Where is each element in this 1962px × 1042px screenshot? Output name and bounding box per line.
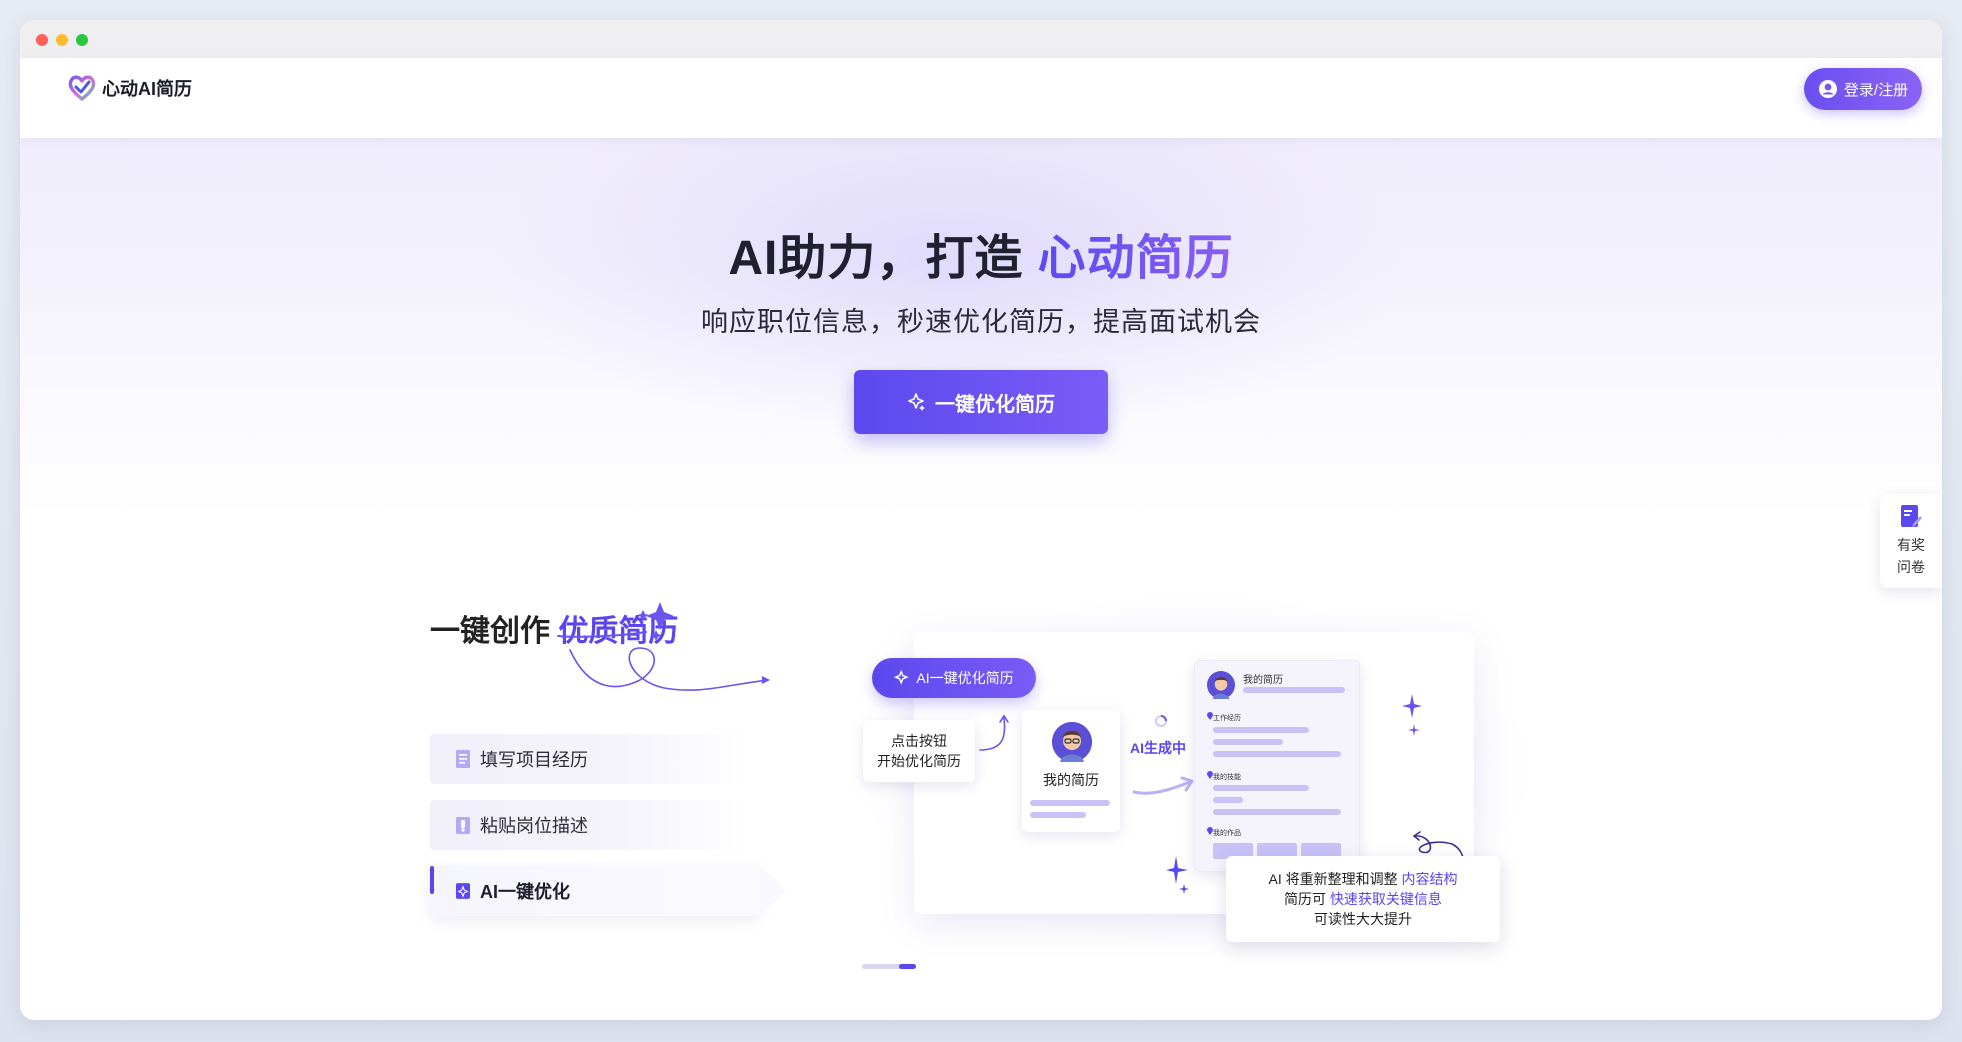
resume-section-skills: 我的技能 <box>1213 774 1241 781</box>
top-navbar: 心动AI简历 登录/注册 <box>20 58 1942 138</box>
sparkle-icon <box>894 670 910 685</box>
optimize-resume-label: 一键优化简历 <box>935 393 1055 416</box>
close-window-dot[interactable] <box>36 34 48 46</box>
step-ai-optimize-label: AI一键优化 <box>480 882 570 902</box>
ai-tip-box: AI 将重新整理和调整 内容结构 简历可 快速获取关键信息 可读性大大提升 <box>1226 856 1500 942</box>
click-hint-note: 点击按钮 开始优化简历 <box>863 720 975 782</box>
brand[interactable]: 心动AI简历 <box>68 72 192 104</box>
sparkle-icon <box>456 883 470 899</box>
text-placeholder-bar <box>1030 812 1086 818</box>
text-placeholder-bar <box>1213 751 1341 757</box>
step-ai-optimize[interactable]: AI一键优化 <box>430 866 786 916</box>
curved-arrow-icon <box>979 714 1009 751</box>
hero-subtitle: 响应职位信息，秒速优化简历，提高面试机会 <box>701 307 1261 337</box>
tip-line2-pre: 简历可 <box>1284 891 1330 907</box>
text-placeholder-bar <box>1243 687 1345 693</box>
hero-title-accent: 心动简历 <box>1037 232 1234 285</box>
tip-line2-highlight: 快速获取关键信息 <box>1329 891 1442 907</box>
text-placeholder-bar <box>1213 739 1283 745</box>
text-placeholder-bar <box>1213 797 1243 803</box>
login-register-button[interactable]: 登录/注册 <box>1804 68 1922 110</box>
resume-section-works: 我的作品 <box>1213 830 1241 837</box>
optimize-resume-button[interactable]: 一键优化简历 <box>854 370 1108 434</box>
avatar <box>1207 671 1235 699</box>
ai-generating-label: AI生成中 <box>1130 740 1186 756</box>
minimize-window-dot[interactable] <box>56 34 68 46</box>
text-placeholder-bar <box>1030 800 1110 806</box>
avatar <box>1052 722 1092 762</box>
my-resume-card: 我的简历 <box>1022 710 1120 832</box>
tip-line3: 可读性大大提升 <box>1314 911 1412 927</box>
sparkle-icon <box>908 393 925 411</box>
loading-ring-icon <box>1155 715 1167 727</box>
text-placeholder-bar <box>1213 785 1309 791</box>
hero-title: AI助力，打造 心动简历 <box>20 218 1942 288</box>
text-placeholder-bar <box>1213 809 1341 815</box>
click-hint-line2: 开始优化简历 <box>877 753 961 769</box>
feature-title-decoration <box>557 602 770 691</box>
sparkle-icon <box>1166 856 1189 894</box>
document-icon <box>1901 505 1922 527</box>
user-icon <box>1818 80 1837 98</box>
carousel-pager-active[interactable] <box>899 964 916 969</box>
tip-line1-highlight: 内容结构 <box>1401 871 1458 887</box>
click-hint-line1: 点击按钮 <box>891 733 947 749</box>
step-fill-project-label: 填写项目经历 <box>480 750 588 770</box>
step-paste-job[interactable]: 粘贴岗位描述 <box>430 800 750 850</box>
optimized-resume-preview: 我的简历 工作经历 我的技能 我的作品 <box>1194 660 1360 872</box>
survey-widget[interactable]: 有奖问卷 <box>1880 494 1942 588</box>
window-chrome <box>20 20 1942 59</box>
heart-logo-icon <box>68 75 96 101</box>
resume-section-work: 工作经历 <box>1213 715 1241 722</box>
tip-line1: AI 将重新整理和调整 内容结构 <box>1226 869 1500 889</box>
tip-line2: 简历可 快速获取关键信息 <box>1226 889 1500 909</box>
maximize-window-dot[interactable] <box>76 34 88 46</box>
person-icon <box>1052 722 1092 762</box>
ai-optimize-pill-label: AI一键优化简历 <box>916 670 1014 686</box>
my-resume-label: 我的简历 <box>1043 772 1099 788</box>
step-paste-job-label: 粘贴岗位描述 <box>480 816 588 836</box>
tip-line1-pre: AI 将重新整理和调整 <box>1268 871 1402 887</box>
step-fill-project[interactable]: 填写项目经历 <box>430 734 750 784</box>
hero-title-main: AI助力，打造 <box>728 232 1038 285</box>
clipboard-icon <box>456 817 470 834</box>
survey-label: 有奖问卷 <box>1897 537 1925 575</box>
app-window: 心动AI简历 登录/注册 AI助力，打造 心动简历 响应职位信息，秒速优化简历，… <box>20 20 1942 1020</box>
right-arrow-icon <box>1132 776 1194 795</box>
ai-optimize-pill: AI一键优化简历 <box>872 658 1036 698</box>
text-placeholder-bar <box>1213 727 1309 733</box>
login-register-label: 登录/注册 <box>1843 81 1909 99</box>
document-icon <box>456 750 470 768</box>
resume-preview-title: 我的简历 <box>1243 675 1283 686</box>
brand-name: 心动AI简历 <box>102 79 192 99</box>
sparkle-icon <box>1402 694 1422 736</box>
